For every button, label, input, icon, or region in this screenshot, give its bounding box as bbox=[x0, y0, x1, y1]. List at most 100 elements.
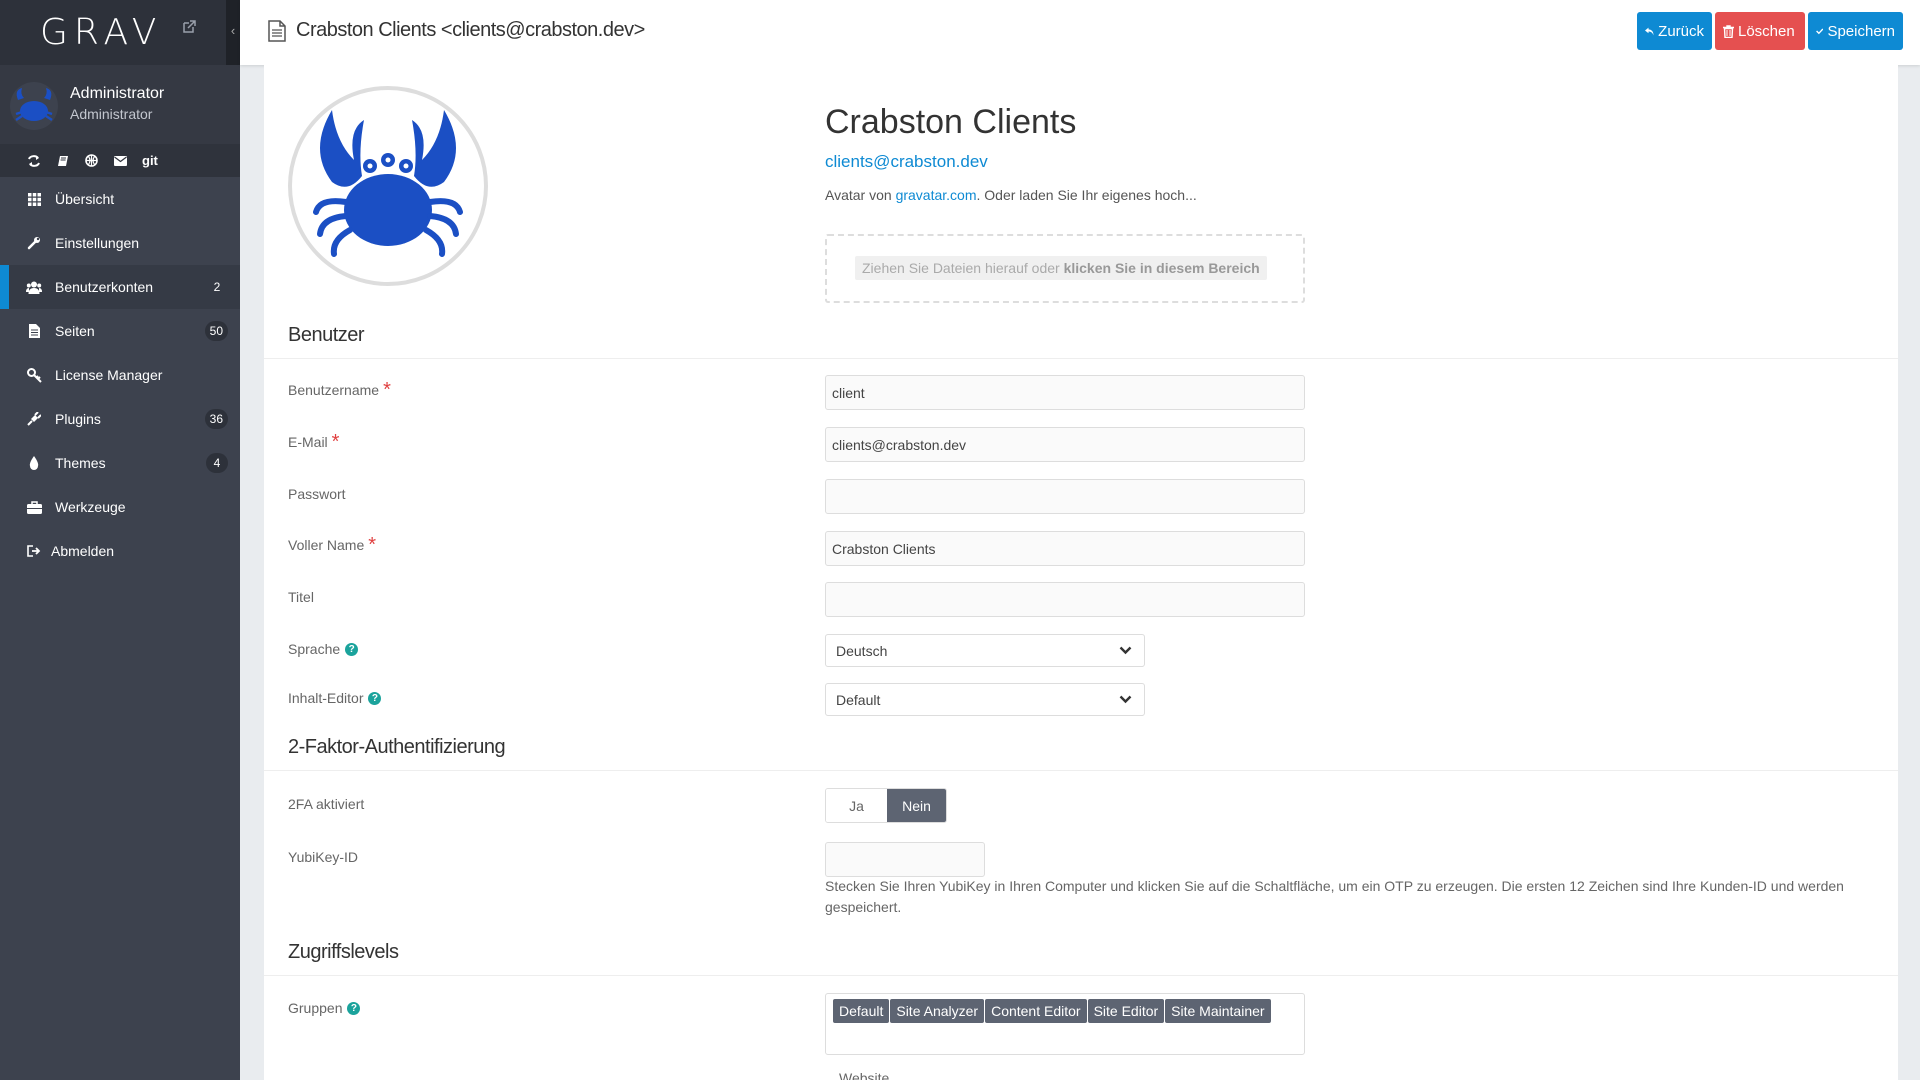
refresh-icon[interactable] bbox=[26, 153, 41, 168]
sidebar-item-accounts[interactable]: Benutzerkonten 2 bbox=[0, 265, 240, 309]
profile-email-link[interactable]: clients@crabston.dev bbox=[825, 152, 988, 172]
label-text: YubiKey-ID bbox=[288, 849, 359, 865]
sidebar-item-license-manager[interactable]: License Manager bbox=[0, 353, 240, 397]
logo-bar: GRAV ‹ bbox=[0, 0, 240, 65]
groups-label: Gruppen? bbox=[288, 1000, 361, 1016]
group-tag[interactable]: Default bbox=[833, 999, 890, 1023]
avatar-dropzone[interactable]: Ziehen Sie Dateien hierauf oder klicken … bbox=[825, 234, 1305, 303]
yubikey-field[interactable] bbox=[825, 842, 985, 877]
book-icon[interactable] bbox=[55, 153, 70, 168]
yubikey-help-text: Stecken Sie Ihren YubiKey in Ihren Compu… bbox=[825, 878, 1844, 915]
document-icon bbox=[268, 19, 286, 42]
key-icon bbox=[26, 367, 42, 383]
globe-icon[interactable] bbox=[84, 153, 99, 168]
save-button[interactable]: Speichern bbox=[1808, 12, 1903, 50]
sidebar-collapse-button[interactable]: ‹ bbox=[226, 0, 240, 65]
username-label: Benutzername * bbox=[288, 379, 391, 401]
dropzone-message: Ziehen Sie Dateien hierauf oder klicken … bbox=[855, 256, 1267, 280]
page-title: Crabston Clients <clients@crabston.dev> bbox=[296, 19, 645, 41]
plug-icon bbox=[26, 411, 42, 427]
user-role: Administrator bbox=[70, 106, 153, 122]
twofa-yes-option[interactable]: Ja bbox=[826, 789, 887, 822]
help-icon[interactable]: ? bbox=[345, 642, 359, 656]
yubikey-label: YubiKey-ID bbox=[288, 849, 358, 865]
sign-out-icon bbox=[26, 543, 42, 559]
group-tag[interactable]: Site Maintainer bbox=[1165, 999, 1271, 1023]
required-marker: * bbox=[331, 431, 340, 453]
dropzone-bold: klicken Sie in diesem Bereich bbox=[1063, 260, 1260, 276]
main-content: Crabston Clients clients@crabston.dev Av… bbox=[264, 65, 1898, 1080]
sidebar-item-label: Einstellungen bbox=[55, 235, 140, 251]
help-icon[interactable]: ? bbox=[347, 1001, 361, 1015]
trash-icon bbox=[1723, 24, 1734, 38]
group-tag[interactable]: Site Analyzer bbox=[890, 999, 985, 1023]
editor-select-value: Default bbox=[836, 691, 881, 708]
sidebar-item-settings[interactable]: Einstellungen bbox=[0, 221, 240, 265]
section-title-user: Benutzer bbox=[288, 324, 365, 346]
user-avatar[interactable] bbox=[10, 82, 58, 130]
envelope-icon[interactable] bbox=[113, 153, 128, 168]
sidebar-nav: Übersicht Einstellungen Benutzerkonten 2… bbox=[0, 177, 240, 573]
grav-logo[interactable]: GRAV bbox=[40, 12, 162, 53]
help-icon[interactable]: ? bbox=[368, 691, 382, 705]
save-button-label: Speichern bbox=[1827, 22, 1895, 40]
sidebar-item-label: Werkzeuge bbox=[55, 499, 126, 515]
twofa-label: 2FA aktiviert bbox=[288, 796, 364, 812]
sidebar-item-label: License Manager bbox=[55, 367, 163, 383]
sidebar-item-themes[interactable]: Themes 4 bbox=[0, 441, 240, 485]
avatar-note-suffix: . Oder laden Sie Ihr eigenes hoch... bbox=[976, 187, 1197, 203]
back-button-label: Zurück bbox=[1658, 22, 1704, 40]
sidebar-item-dashboard[interactable]: Übersicht bbox=[0, 177, 240, 221]
section-title-access: Zugriffslevels bbox=[288, 941, 399, 963]
sidebar-item-logout[interactable]: Abmelden bbox=[0, 529, 240, 573]
count-badge: 2 bbox=[213, 280, 221, 294]
quick-tray: git bbox=[0, 144, 240, 177]
git-sync-link[interactable]: git bbox=[142, 153, 158, 168]
gravatar-link[interactable]: gravatar.com bbox=[896, 187, 977, 203]
check-icon bbox=[1816, 28, 1824, 35]
avatar-note: Avatar von gravatar.com. Oder laden Sie … bbox=[825, 187, 1197, 203]
sidebar-item-label: Themes bbox=[55, 455, 106, 471]
twofa-no-option[interactable]: Nein bbox=[887, 789, 946, 822]
email-label: E-Mail * bbox=[288, 431, 340, 453]
label-text: Sprache bbox=[288, 641, 341, 657]
user-box[interactable]: Administrator Administrator bbox=[0, 65, 240, 144]
reply-icon bbox=[1645, 27, 1654, 35]
label-text: Passwort bbox=[288, 486, 346, 502]
group-tag[interactable]: Site Editor bbox=[1087, 999, 1165, 1023]
label-text: Gruppen bbox=[288, 1000, 343, 1016]
profile-avatar[interactable] bbox=[288, 86, 488, 286]
language-select[interactable]: Deutsch bbox=[825, 634, 1145, 667]
required-marker: * bbox=[383, 379, 391, 401]
tint-icon bbox=[26, 455, 42, 471]
title-field[interactable] bbox=[825, 582, 1305, 617]
section-divider bbox=[264, 975, 1898, 976]
email-field[interactable] bbox=[825, 427, 1305, 462]
external-link-icon[interactable] bbox=[182, 20, 196, 34]
section-divider bbox=[264, 770, 1898, 771]
title-label: Titel bbox=[288, 589, 314, 605]
dropzone-prefix: Ziehen Sie Dateien hierauf oder bbox=[862, 260, 1064, 276]
editor-select[interactable]: Default bbox=[825, 683, 1145, 716]
sidebar-item-plugins[interactable]: Plugins 36 bbox=[0, 397, 240, 441]
fullname-field[interactable] bbox=[825, 531, 1305, 566]
password-field[interactable] bbox=[825, 479, 1305, 514]
crab-logo-image bbox=[313, 110, 463, 257]
sidebar-item-label: Benutzerkonten bbox=[55, 279, 154, 295]
groups-field[interactable]: Default Site Analyzer Content Editor Site E… bbox=[825, 993, 1305, 1055]
back-button[interactable]: Zurück bbox=[1637, 12, 1712, 50]
sidebar-item-pages[interactable]: Seiten 50 bbox=[0, 309, 240, 353]
sidebar: GRAV ‹ Administrator Administrator git Ü… bbox=[0, 0, 240, 1080]
section-title-twofa: 2-Faktor-Authentifizierung bbox=[288, 736, 506, 758]
label-text: Titel bbox=[288, 589, 314, 605]
sidebar-item-tools[interactable]: Werkzeuge bbox=[0, 485, 240, 529]
username-field[interactable] bbox=[825, 375, 1305, 410]
profile-name: Crabston Clients bbox=[825, 103, 1077, 141]
editor-label: Inhalt-Editor? bbox=[288, 690, 382, 706]
group-tag[interactable]: Content Editor bbox=[985, 999, 1087, 1023]
sidebar-item-label: Plugins bbox=[55, 411, 101, 427]
count-badge: 4 bbox=[206, 453, 228, 473]
label-text: Inhalt-Editor bbox=[288, 690, 364, 706]
delete-button[interactable]: Löschen bbox=[1715, 12, 1805, 50]
page-title-wrap: Crabston Clients <clients@crabston.dev> bbox=[268, 19, 645, 42]
